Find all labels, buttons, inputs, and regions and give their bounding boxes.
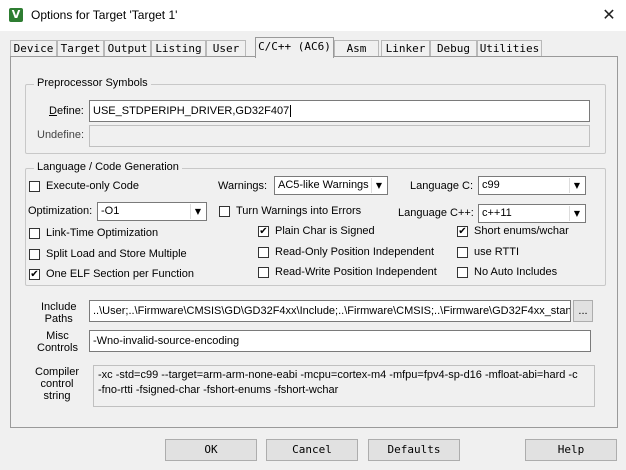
undefine-label: Undefine: <box>37 129 85 141</box>
tab-utilities[interactable]: Utilities <box>477 40 542 57</box>
optimization-label: Optimization: <box>28 205 93 217</box>
short-enums-checkbox[interactable]: ✔ <box>457 226 468 237</box>
tab-c-cpp-ac6[interactable]: C/C++ (AC6) <box>255 37 334 58</box>
define-label: Define: <box>49 105 84 117</box>
tab-asm[interactable]: Asm <box>334 40 379 57</box>
split-load-label: Split Load and Store Multiple <box>46 248 187 260</box>
tab-output[interactable]: Output <box>104 40 151 57</box>
window-title: Options for Target 'Target 1' <box>31 8 178 22</box>
language-c-select[interactable]: c99 ▼ <box>478 176 586 195</box>
link-time-checkbox[interactable] <box>29 228 40 239</box>
compiler-control-label: Compiler control string <box>35 366 80 402</box>
misc-controls-input[interactable]: -Wno-invalid-source-encoding <box>89 330 591 352</box>
defaults-button[interactable]: Defaults <box>368 439 460 461</box>
chevron-down-icon: ▼ <box>569 178 584 193</box>
language-cpp-select[interactable]: c++11 ▼ <box>478 204 586 223</box>
chevron-down-icon: ▼ <box>190 204 205 219</box>
plain-char-label: Plain Char is Signed <box>275 225 375 237</box>
execute-only-label: Execute-only Code <box>46 180 139 192</box>
compiler-control-string: -xc -std=c99 --target=arm-arm-none-eabi … <box>93 365 595 407</box>
tab-linker[interactable]: Linker <box>381 40 430 57</box>
rw-position-checkbox[interactable] <box>258 267 269 278</box>
tab-device[interactable]: Device <box>10 40 57 57</box>
tab-debug[interactable]: Debug <box>430 40 477 57</box>
include-paths-label: Include Paths <box>41 301 77 325</box>
optimization-select[interactable]: -O1 ▼ <box>97 202 207 221</box>
use-rtti-checkbox[interactable] <box>457 247 468 258</box>
link-time-label: Link-Time Optimization <box>46 227 159 239</box>
turn-warnings-checkbox[interactable] <box>219 206 230 217</box>
cancel-button[interactable]: Cancel <box>266 439 358 461</box>
short-enums-label: Short enums/wchar <box>474 225 569 237</box>
language-cpp-label: Language C++: <box>398 207 474 219</box>
split-load-checkbox[interactable] <box>29 249 40 260</box>
tab-target[interactable]: Target <box>57 40 104 57</box>
define-input[interactable]: USE_STDPERIPH_DRIVER,GD32F407 <box>89 100 590 122</box>
turn-warnings-label: Turn Warnings into Errors <box>236 205 362 217</box>
one-elf-checkbox[interactable]: ✔ <box>29 269 40 280</box>
language-c-label: Language C: <box>410 180 473 192</box>
ro-position-label: Read-Only Position Independent <box>275 246 434 258</box>
ro-position-checkbox[interactable] <box>258 247 269 258</box>
ok-button[interactable]: OK <box>165 439 257 461</box>
chevron-down-icon: ▼ <box>371 178 386 193</box>
keil-uvision-icon: V <box>9 8 23 22</box>
undefine-input[interactable] <box>89 125 590 147</box>
preprocessor-title: Preprocessor Symbols <box>34 77 151 89</box>
include-browse-button[interactable]: ... <box>573 300 593 322</box>
chevron-down-icon: ▼ <box>569 206 584 221</box>
no-auto-includes-checkbox[interactable] <box>457 267 468 278</box>
tab-panel: Preprocessor Symbols Define: USE_STDPERI… <box>10 56 618 428</box>
tab-user[interactable]: User <box>206 40 246 57</box>
help-button[interactable]: Help <box>525 439 617 461</box>
tab-listing[interactable]: Listing <box>151 40 206 57</box>
no-auto-includes-label: No Auto Includes <box>474 266 558 278</box>
use-rtti-label: use RTTI <box>474 246 520 258</box>
rw-position-label: Read-Write Position Independent <box>275 266 437 278</box>
warnings-label: Warnings: <box>218 180 268 192</box>
close-icon[interactable]: ✕ <box>596 3 622 27</box>
include-paths-input[interactable]: ..\User;..\Firmware\CMSIS\GD\GD32F4xx\In… <box>89 300 571 322</box>
execute-only-checkbox[interactable] <box>29 181 40 192</box>
one-elf-label: One ELF Section per Function <box>46 268 194 280</box>
plain-char-checkbox[interactable]: ✔ <box>258 226 269 237</box>
misc-controls-label: Misc Controls <box>37 330 78 354</box>
language-title: Language / Code Generation <box>34 161 182 173</box>
warnings-select[interactable]: AC5-like Warnings ▼ <box>274 176 388 195</box>
